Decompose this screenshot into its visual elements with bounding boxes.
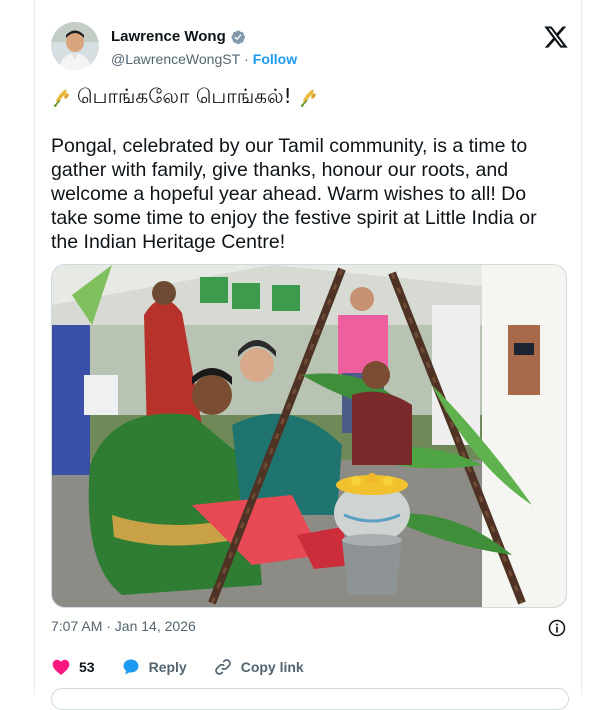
info-icon[interactable] — [547, 618, 567, 638]
separator-dot: · — [244, 51, 249, 67]
follow-button[interactable]: Follow — [253, 51, 297, 67]
sheaf-of-rice-icon — [53, 89, 69, 107]
tweet-header: Lawrence Wong @LawrenceWongST · Follow — [51, 22, 571, 72]
tweet-timestamp[interactable]: 7:07 AM · Jan 14, 2026 — [51, 618, 196, 634]
tweet-headline: பொங்கலோ பொங்கல்! — [51, 84, 318, 111]
copy-link-button[interactable]: Copy link — [213, 657, 304, 677]
sheaf-of-rice-icon — [300, 89, 316, 107]
reply-button[interactable]: Reply — [121, 657, 187, 677]
tweet-actions: 53 Reply Copy link — [51, 656, 330, 678]
tweet-photo[interactable] — [51, 264, 567, 608]
like-button[interactable]: 53 — [51, 657, 95, 677]
read-replies-box[interactable] — [51, 688, 569, 710]
author-name[interactable]: Lawrence Wong — [111, 28, 226, 45]
heart-icon — [52, 659, 70, 675]
avatar[interactable] — [51, 22, 99, 70]
reply-bubble-icon — [123, 659, 139, 675]
reply-label: Reply — [148, 659, 187, 675]
author-handle[interactable]: @LawrenceWongST — [111, 51, 240, 67]
x-logo-icon[interactable] — [543, 24, 569, 50]
tweet-text: Pongal, celebrated by our Tamil communit… — [51, 135, 537, 253]
copy-link-label: Copy link — [240, 659, 304, 675]
verified-badge-icon — [231, 30, 245, 44]
link-icon — [214, 659, 231, 675]
like-count: 53 — [79, 659, 95, 675]
tweet-meta: 7:07 AM · Jan 14, 2026 — [51, 618, 567, 638]
tweet-card: Lawrence Wong @LawrenceWongST · Follow ப… — [34, 0, 582, 710]
headline-text: பொங்கலோ பொங்கல்! — [77, 84, 292, 108]
